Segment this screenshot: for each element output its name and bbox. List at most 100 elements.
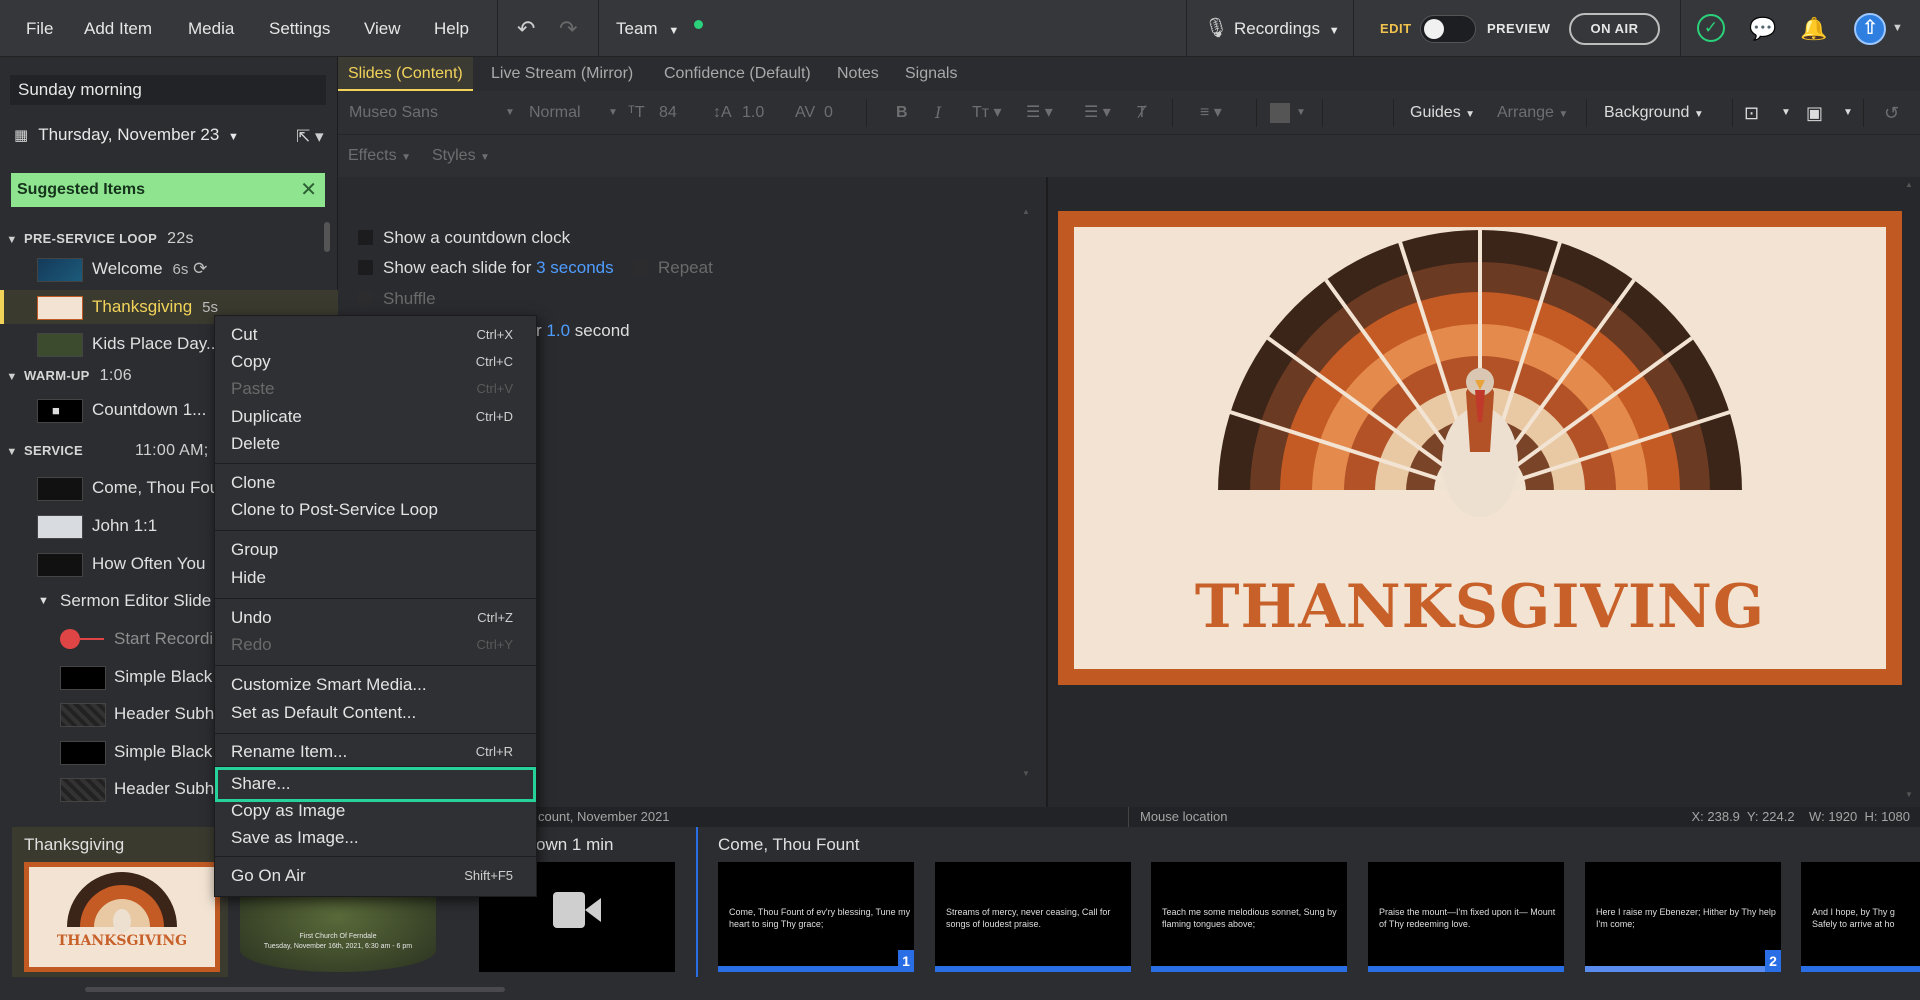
filmstrip-slide-5[interactable]: Here I raise my Ebenezer; Hither by Thy … — [1585, 862, 1781, 972]
scroll-down-icon[interactable]: ▼ — [1905, 790, 1913, 799]
indent-icon[interactable]: ☰ ▾ — [1084, 91, 1111, 135]
user-avatar-icon[interactable]: ⇧ — [1854, 13, 1886, 45]
chevron-down-icon[interactable]: ▼ — [1296, 91, 1306, 135]
menu-item-save-as-image[interactable]: Save as Image... — [231, 825, 523, 851]
chevron-down-icon[interactable]: ▼ — [608, 91, 618, 135]
menu-item-clone[interactable]: Clone — [231, 470, 523, 496]
shuffle-checkbox-row[interactable]: Shuffle — [358, 289, 436, 309]
menu-item-duplicate[interactable]: Duplicate Ctrl+D — [231, 404, 523, 430]
checkbox[interactable] — [633, 260, 648, 275]
check-circle-icon[interactable]: ✓ — [1697, 14, 1725, 42]
slide-duration-link[interactable]: 3 seconds — [536, 258, 614, 277]
team-menu[interactable]: Team ▼ — [616, 0, 679, 57]
chat-icon[interactable]: 💬 — [1749, 0, 1776, 57]
plan-name-field[interactable]: Sunday morning — [10, 75, 326, 105]
suggested-items-banner[interactable]: Suggested Items ✕ — [11, 173, 325, 207]
menu-view[interactable]: View — [364, 0, 401, 57]
menu-item-label: Copy — [231, 352, 271, 371]
image-icon[interactable]: ▣ — [1806, 91, 1823, 135]
menu-item-undo[interactable]: Undo Ctrl+Z — [231, 605, 523, 631]
menu-item-copy-as-image[interactable]: Copy as Image — [231, 798, 523, 824]
sidebar-scrollbar[interactable] — [324, 222, 330, 252]
bold-icon[interactable]: B — [896, 91, 908, 135]
menu-item-clone-post-service[interactable]: Clone to Post-Service Loop — [231, 497, 523, 523]
filmstrip-slide-3[interactable]: Teach me some melodious sonnet, Sung by … — [1151, 862, 1347, 972]
clear-format-icon[interactable]: Ⱦ — [1137, 91, 1147, 135]
close-icon[interactable]: ✕ — [300, 173, 317, 207]
color-swatch[interactable] — [1270, 103, 1290, 123]
filmstrip-slide-4[interactable]: Praise the mount—I'm fixed upon it— Moun… — [1368, 862, 1564, 972]
external-link-icon[interactable]: ⇱ ▾ — [296, 127, 324, 147]
filmstrip-slide-6[interactable]: And I hope, by Thy g Safely to arrive at… — [1801, 862, 1920, 972]
tab-slides-content[interactable]: Slides (Content) — [338, 57, 473, 91]
edit-preview-toggle[interactable] — [1420, 15, 1476, 43]
each-slide-row[interactable]: Show each slide for 3 seconds — [358, 258, 614, 278]
on-air-button[interactable]: ON AIR — [1569, 13, 1660, 45]
menu-help[interactable]: Help — [434, 0, 469, 57]
arrange-menu[interactable]: Arrange ▼ — [1497, 91, 1568, 137]
bullet-list-icon[interactable]: ☰ ▾ — [1026, 91, 1053, 135]
menu-item-copy[interactable]: Copy Ctrl+C — [231, 349, 523, 375]
chevron-down-icon[interactable]: ▼ — [1781, 91, 1791, 135]
styles-menu[interactable]: Styles ▼ — [432, 135, 490, 179]
menu-item-hide[interactable]: Hide — [231, 565, 523, 591]
countdown-checkbox-row[interactable]: Show a countdown clock — [358, 228, 570, 248]
menu-add-item[interactable]: Add Item — [84, 0, 152, 57]
chevron-down-icon[interactable]: ▼ — [1843, 91, 1853, 135]
filmstrip-slide-1[interactable]: Come, Thou Fount of ev'ry blessing, Tune… — [718, 862, 914, 972]
tab-confidence[interactable]: Confidence (Default) — [664, 57, 811, 91]
scroll-up-icon[interactable]: ▲ — [1022, 207, 1030, 216]
scroll-down-icon[interactable]: ▼ — [1022, 769, 1030, 778]
undo-icon[interactable]: ↶ — [517, 0, 535, 57]
text-transform-icon[interactable]: Tт ▾ — [972, 91, 1002, 135]
menu-media[interactable]: Media — [188, 0, 234, 57]
filmstrip-slide-2[interactable]: Streams of mercy, never ceasing, Call fo… — [935, 862, 1131, 972]
menu-item-delete[interactable]: Delete — [231, 431, 523, 457]
menu-item-rename[interactable]: Rename Item... Ctrl+R — [231, 739, 523, 765]
menu-item-go-on-air[interactable]: Go On Air Shift+F5 — [231, 863, 523, 889]
section-pre-service-loop[interactable]: ▼ PRE-SERVICE LOOP 22s — [0, 225, 338, 253]
line-height-input[interactable]: 1.0 — [742, 91, 764, 135]
menu-item-share[interactable]: Share... — [231, 771, 523, 797]
tab-signals[interactable]: Signals — [905, 57, 957, 91]
bell-icon[interactable]: 🔔 — [1800, 0, 1827, 57]
menu-settings[interactable]: Settings — [269, 0, 330, 57]
font-size-input[interactable]: 84 — [659, 91, 677, 135]
shortcut-label: Ctrl+V — [476, 381, 513, 396]
text-box-icon[interactable]: ⊡ — [1744, 91, 1759, 135]
guides-menu[interactable]: Guides ▼ — [1410, 91, 1475, 137]
menu-item-label: Group — [231, 540, 279, 559]
date-selector[interactable]: ▦ Thursday, November 23 ▼ — [14, 125, 239, 145]
menu-item-set-default-content[interactable]: Set as Default Content... — [231, 700, 523, 726]
scroll-up-icon[interactable]: ▲ — [1905, 180, 1913, 189]
recordings-menu[interactable]: Recordings ▼ — [1234, 0, 1340, 57]
checkbox[interactable] — [358, 291, 373, 306]
sidebar-item-welcome[interactable]: Welcome 6s ⟳ — [0, 252, 338, 286]
font-family-select[interactable]: Museo Sans — [349, 91, 438, 135]
font-weight-select[interactable]: Normal — [529, 91, 581, 135]
reset-icon[interactable]: ↺ — [1884, 91, 1899, 135]
background-menu[interactable]: Background ▼ — [1604, 91, 1704, 137]
filmstrip-scrollbar[interactable] — [85, 987, 505, 992]
checkbox[interactable] — [358, 230, 373, 245]
chevron-down-icon[interactable]: ▼ — [505, 91, 515, 135]
filmstrip-thumb-thanksgiving[interactable]: THANKSGIVING — [24, 862, 220, 972]
menu-file[interactable]: File — [26, 0, 53, 57]
slide-preview[interactable]: THANKSGIVING — [1058, 211, 1902, 685]
align-icon[interactable]: ≡ ▾ — [1200, 91, 1222, 135]
checkbox[interactable] — [358, 260, 373, 275]
effects-menu[interactable]: Effects ▼ — [348, 135, 411, 179]
tab-notes[interactable]: Notes — [837, 57, 879, 91]
menu-item-group[interactable]: Group — [231, 537, 523, 563]
fade-duration-link[interactable]: 1.0 — [546, 321, 570, 340]
menu-item-customize-smart-media[interactable]: Customize Smart Media... — [231, 672, 523, 698]
letter-spacing-input[interactable]: 0 — [824, 91, 833, 135]
redo-icon[interactable]: ↷ — [559, 0, 577, 57]
italic-icon[interactable]: I — [935, 91, 941, 135]
tab-live-stream[interactable]: Live Stream (Mirror) — [491, 57, 633, 91]
repeat-checkbox-row[interactable]: Repeat — [633, 258, 713, 278]
menu-item-paste[interactable]: Paste Ctrl+V — [231, 376, 523, 402]
chevron-down-icon[interactable]: ▼ — [1892, 0, 1903, 57]
menu-item-redo[interactable]: Redo Ctrl+Y — [231, 632, 523, 658]
menu-item-cut[interactable]: Cut Ctrl+X — [231, 322, 523, 348]
